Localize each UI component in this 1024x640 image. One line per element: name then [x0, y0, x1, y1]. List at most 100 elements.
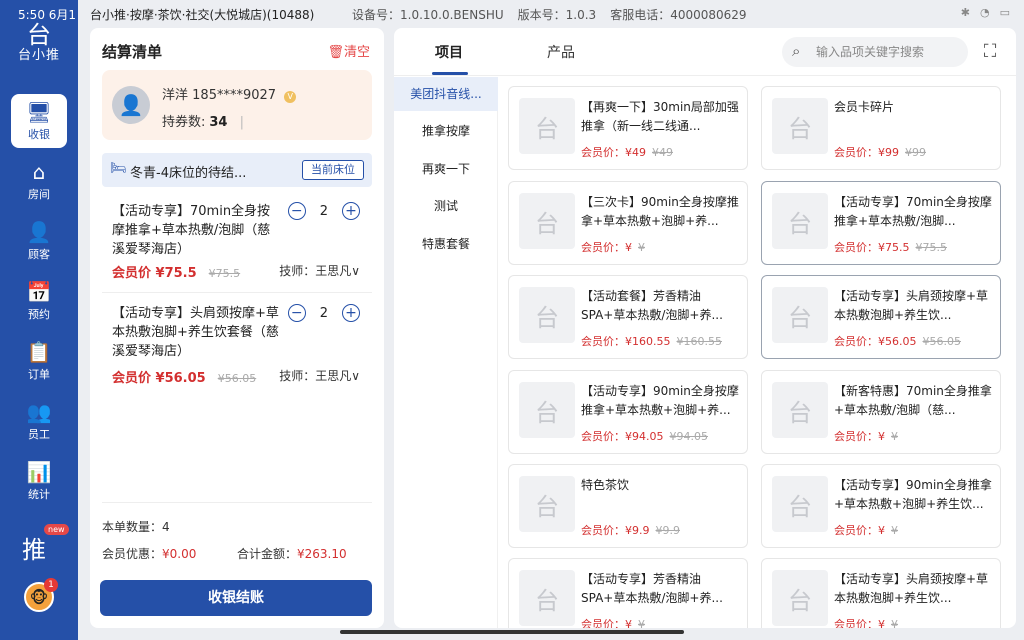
member-discount: 会员优惠：¥0.00 — [102, 545, 196, 562]
technician-select[interactable]: 技师：王思凡∨ — [279, 262, 360, 279]
minus-button[interactable]: − — [287, 304, 306, 322]
product-price: 会员价：¥ ¥ — [834, 428, 898, 444]
clear-button[interactable]: 🗑清空 — [327, 41, 370, 60]
product-image-placeholder-icon: 台 — [519, 476, 575, 532]
product-name: 会员卡碎片 — [834, 100, 895, 114]
product-name: 【新客特惠】70min全身推拿+草本热敷/泡脚（慈... — [834, 384, 992, 417]
original-price: ¥56.05 — [922, 335, 962, 348]
bed-bar: 🛏 冬青-4床位的待结... 当前床位 — [102, 153, 372, 187]
product-card[interactable]: 台 【活动专享】头肩颈按摩+草本热敷泡脚+养生饮... 会员价：¥56.05 ¥5… — [761, 275, 1001, 359]
avatar[interactable]: 🐵 1 — [24, 578, 58, 612]
member-price: 会员价：¥9.9 — [581, 524, 650, 537]
scan-icon[interactable]: ⛶ — [978, 40, 1002, 64]
original-price: ¥75.5 — [208, 267, 241, 280]
sidebar-item-customers[interactable]: 👤 顾客 — [11, 214, 67, 268]
order-item-price: 会员价 ¥56.05 ¥56.05 — [112, 367, 256, 386]
original-price: ¥ — [891, 524, 898, 537]
promo-new-button[interactable]: 推 new — [22, 524, 69, 564]
category-item[interactable]: 测试 — [394, 189, 498, 223]
member-price: 会员价 ¥56.05 — [112, 371, 206, 386]
staff-icon: 👥 — [26, 399, 52, 424]
member-card[interactable]: 👤 洋洋 185****9027 V 持券数: 34 | — [102, 70, 372, 140]
order-item-name: 【活动专享】70min全身按摩推拿+草本热敷/泡脚（慈溪爱琴海店） — [112, 204, 271, 257]
product-price: 会员价：¥160.55 ¥160.55 — [581, 333, 722, 349]
product-price: 会员价：¥ ¥ — [581, 616, 645, 628]
device-number: 设备号：1.0.10.0.BENSHU — [352, 8, 504, 22]
technician-label: 技师：王思凡 — [279, 264, 352, 278]
sidebar-item-appointments[interactable]: 📅 预约 — [11, 274, 67, 328]
calendar-icon: 📅 — [26, 279, 52, 304]
current-bed-button[interactable]: 当前床位 — [302, 160, 364, 180]
quantity-value: 2 — [319, 203, 328, 219]
home-icon: ⌂ — [32, 159, 46, 184]
product-card[interactable]: 台 【活动专享】头肩颈按摩+草本热敷泡脚+养生饮... 会员价：¥ ¥ — [761, 558, 1001, 628]
product-card[interactable]: 台 【新客特惠】70min全身推拿+草本热敷/泡脚（慈... 会员价：¥ ¥ — [761, 370, 1001, 454]
checkout-button[interactable]: 收银结账 — [100, 580, 372, 616]
service-phone: 客服电话：4000080629 — [610, 8, 747, 22]
member-price: 会员价：¥99 — [834, 146, 899, 159]
member-phone: 185****9027 — [192, 88, 277, 103]
tab-indicator — [432, 72, 468, 75]
category-item[interactable]: 再爽一下 — [394, 152, 498, 186]
category-item[interactable]: 美团抖音线... — [394, 77, 498, 111]
sidebar-item-staff[interactable]: 👥 员工 — [11, 394, 67, 448]
product-card[interactable]: 台 【活动专享】芳香精油SPA+草本热敷/泡脚+养... 会员价：¥ ¥ — [508, 558, 748, 628]
notification-badge: 1 — [44, 578, 58, 592]
plus-button[interactable]: + — [342, 304, 360, 322]
member-price: 会员价：¥94.05 — [581, 430, 664, 443]
technician-label: 技师：王思凡 — [279, 369, 352, 383]
bluetooth-icon: ✱ — [960, 6, 970, 19]
product-card[interactable]: 台 【活动专享】90min全身按摩推拿+草本热敷+泡脚+养... 会员价：¥94… — [508, 370, 748, 454]
product-name: 【活动专享】90min全身推拿+草本热敷+泡脚+养生饮... — [834, 478, 992, 511]
sidebar-item-stats[interactable]: 📊 统计 — [11, 454, 67, 508]
monkey-avatar-icon: 🐵 — [29, 587, 49, 607]
product-card[interactable]: 台 特色茶饮 会员价：¥9.9 ¥9.9 — [508, 464, 748, 548]
member-price: 会员价 ¥75.5 — [112, 266, 197, 281]
product-price: 会员价：¥49 ¥49 — [581, 144, 673, 160]
product-name: 【活动套餐】芳香精油SPA+草本热敷/泡脚+养... — [581, 289, 723, 322]
checkout-title: 结算清单 — [102, 43, 163, 61]
original-price: ¥56.05 — [217, 372, 257, 385]
tab-services[interactable]: 项目 — [435, 42, 463, 62]
discount-value: ¥0.00 — [162, 547, 197, 561]
product-image-placeholder-icon: 台 — [519, 382, 575, 438]
product-name: 【活动专享】头肩颈按摩+草本热敷泡脚+养生饮... — [834, 572, 989, 605]
plus-button[interactable]: + — [342, 202, 360, 220]
product-card[interactable]: 台 【活动套餐】芳香精油SPA+草本热敷/泡脚+养... 会员价：¥160.55… — [508, 275, 748, 359]
product-image-placeholder-icon: 台 — [772, 382, 828, 438]
sidebar-item-label: 顾客 — [28, 247, 50, 261]
original-price: ¥99 — [905, 146, 926, 159]
category-item[interactable]: 特惠套餐 — [394, 227, 498, 261]
product-card[interactable]: 台 【活动专享】90min全身推拿+草本热敷+泡脚+养生饮... 会员价：¥ ¥ — [761, 464, 1001, 548]
product-image-placeholder-icon: 台 — [772, 193, 828, 249]
member-avatar-icon: 👤 — [112, 86, 150, 124]
search-input[interactable] — [816, 43, 962, 61]
device-info: 设备号：1.0.10.0.BENSHU 版本号：1.0.3 客服电话：40000… — [352, 6, 747, 23]
sidebar-item-orders[interactable]: 📋 订单 — [11, 334, 67, 388]
count-label: 本单数量： — [102, 520, 163, 534]
original-price: ¥94.05 — [669, 430, 709, 443]
product-card[interactable]: 台 【再爽一下】30min局部加强推拿（新一线二线通... 会员价：¥49 ¥49 — [508, 86, 748, 170]
trash-icon: 🗑 — [327, 45, 344, 60]
minus-button[interactable]: − — [287, 202, 306, 220]
chevron-down-icon: ∨ — [351, 369, 360, 383]
vip-icon: V — [284, 91, 297, 103]
sidebar-item-rooms[interactable]: ⌂ 房间 — [11, 154, 67, 208]
category-item[interactable]: 推拿按摩 — [394, 114, 498, 148]
product-card[interactable]: 台 会员卡碎片 会员价：¥99 ¥99 — [761, 86, 1001, 170]
status-bar: 5:50 6月1 台小推·按摩·茶饮·社交(大悦城店)(10488) 设备号：1… — [0, 0, 1024, 28]
technician-select[interactable]: 技师：王思凡∨ — [279, 367, 360, 384]
tab-products[interactable]: 产品 — [547, 42, 575, 62]
member-price: 会员价：¥ — [834, 430, 885, 443]
product-price: 会员价：¥75.5 ¥75.5 — [834, 239, 947, 255]
search-icon: ⌕ — [792, 42, 801, 60]
product-card[interactable]: 台 【活动专享】70min全身按摩推拿+草本热敷/泡脚... 会员价：¥75.5… — [761, 181, 1001, 265]
monitor-icon: 🖥 — [26, 99, 52, 124]
member-price: 会员价：¥75.5 — [834, 241, 910, 254]
original-price: ¥160.55 — [676, 335, 723, 348]
home-indicator[interactable] — [340, 630, 684, 634]
product-card[interactable]: 台 【三次卡】90min全身按摩推拿+草本热敷+泡脚+养... 会员价：¥ ¥ — [508, 181, 748, 265]
sidebar-item-label: 预约 — [28, 307, 50, 321]
total-amount: 合计金额：¥263.10 — [237, 545, 347, 562]
sidebar-item-cashier[interactable]: 🖥 收银 — [11, 94, 67, 148]
